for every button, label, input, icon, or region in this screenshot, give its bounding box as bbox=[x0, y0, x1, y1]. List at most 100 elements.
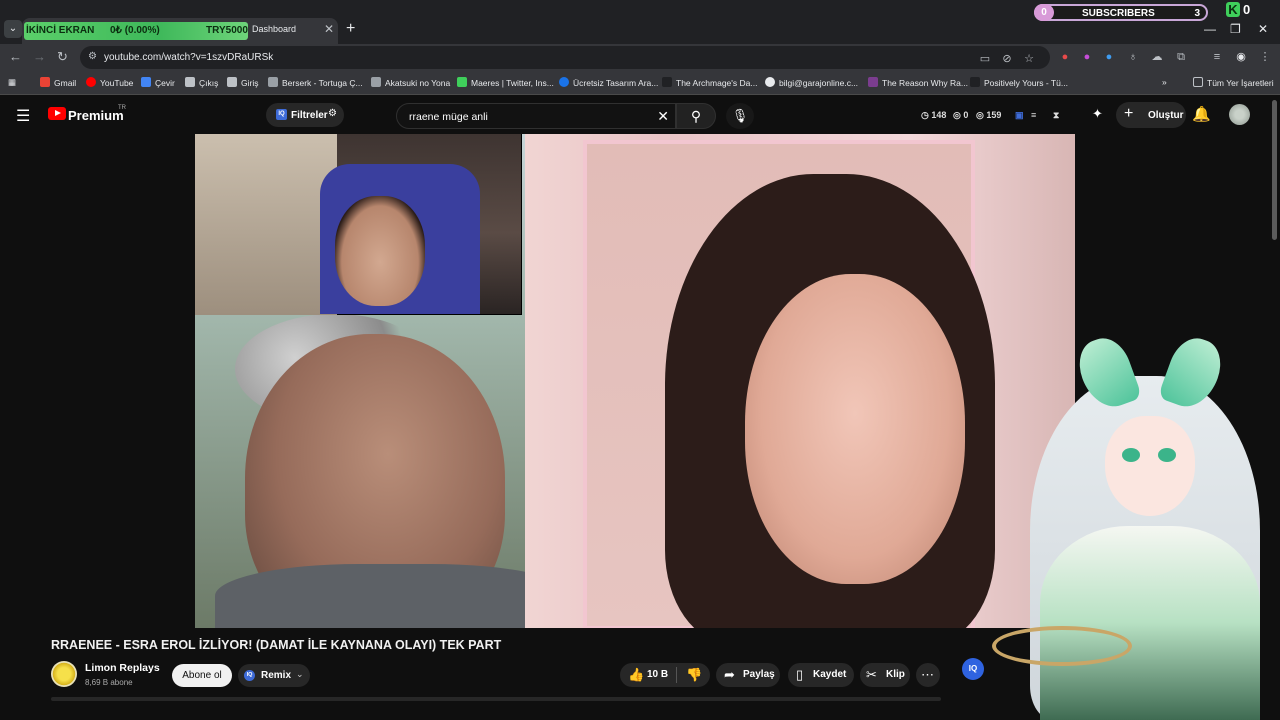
channel-subscriber-count: 8,69 B abone bbox=[85, 678, 133, 687]
gmail-icon bbox=[40, 77, 50, 87]
video-woman-face bbox=[745, 274, 965, 584]
share-label: Paylaş bbox=[743, 669, 775, 680]
site-icon bbox=[268, 77, 278, 87]
save-button[interactable]: ▯ Kaydet bbox=[788, 663, 854, 687]
bookmark-canva[interactable]: Ücretsiz Tasarım Ara... bbox=[559, 77, 658, 88]
youtube-icon bbox=[86, 77, 96, 87]
iq-ext-icon[interactable]: ▣ bbox=[1015, 110, 1024, 121]
search-button[interactable]: ⚲ bbox=[676, 103, 716, 129]
browser-tab-bar: ⌄ Dashboard ✕ + İKİNCİ EKRAN 0₺ (0.00%) … bbox=[0, 0, 1280, 44]
browser-menu-icon[interactable]: ⋮ bbox=[1258, 50, 1272, 64]
list-icon[interactable]: ≡ bbox=[1031, 110, 1036, 120]
url-text: youtube.com/watch?v=1szvDRaURSk bbox=[104, 52, 274, 63]
bookmark-akatsuki[interactable]: Akatsuki no Yona bbox=[371, 77, 450, 88]
hamburger-menu-icon[interactable]: ☰ bbox=[16, 106, 30, 126]
reload-icon[interactable]: ↻ bbox=[57, 49, 68, 65]
tab-search-icon[interactable]: ⌄ bbox=[4, 20, 22, 38]
bookmark-cikis[interactable]: Çıkış bbox=[185, 77, 218, 88]
user-avatar[interactable] bbox=[1229, 104, 1250, 125]
close-window-icon[interactable]: ✕ bbox=[1258, 22, 1268, 36]
scrollbar-thumb[interactable] bbox=[1272, 100, 1277, 240]
cast-icon[interactable]: ▭ bbox=[978, 52, 992, 66]
remix-label: Remix bbox=[261, 670, 292, 681]
tab-close-icon[interactable]: ✕ bbox=[324, 22, 334, 36]
like-dislike-group: 👍 10 B 👎 bbox=[620, 663, 710, 687]
page-icon bbox=[227, 77, 237, 87]
bookmark-star-icon[interactable]: ☆ bbox=[1022, 52, 1036, 66]
k-count: 0 bbox=[1243, 2, 1251, 17]
streamer-webcam-overlay bbox=[195, 134, 522, 315]
channel-name[interactable]: Limon Replays bbox=[85, 662, 160, 674]
extension-cloud-icon[interactable]: ☁ bbox=[1150, 50, 1164, 64]
more-bookmarks-icon[interactable]: » bbox=[1162, 77, 1167, 87]
extension-red-icon[interactable]: ● bbox=[1058, 50, 1072, 64]
extension-bulb-icon[interactable]: ♁ bbox=[1126, 50, 1140, 64]
globe-icon bbox=[765, 77, 775, 87]
bookmark-gmail[interactable]: Gmail bbox=[40, 77, 76, 88]
subscribe-button[interactable]: Abone ol bbox=[172, 664, 232, 687]
media-control-icon[interactable]: ≡ bbox=[1210, 50, 1224, 64]
forward-icon[interactable]: → bbox=[33, 49, 46, 64]
bookmark-youtube[interactable]: YouTube bbox=[86, 77, 133, 88]
stat-views: ◷ 148 bbox=[921, 110, 947, 120]
share-button[interactable]: ➦ Paylaş bbox=[716, 663, 780, 687]
video-man-shirt bbox=[215, 564, 575, 628]
bookmark-positively[interactable]: Positively Yours - Tü... bbox=[970, 77, 1068, 88]
youtube-brand[interactable]: Premium bbox=[68, 108, 124, 123]
video-player[interactable] bbox=[195, 134, 1075, 628]
dislike-icon[interactable]: 👎 bbox=[686, 667, 702, 683]
subscribers-count: 3 bbox=[1194, 8, 1200, 19]
remix-button[interactable]: IQ Remix ⌄ bbox=[238, 664, 310, 687]
extension-gear-icon[interactable]: ✦ bbox=[1092, 106, 1103, 122]
channel-avatar[interactable] bbox=[51, 661, 77, 687]
share-icon: ➦ bbox=[724, 667, 735, 682]
bookmark-archmage[interactable]: The Archmage's Da... bbox=[662, 77, 757, 88]
create-label: Oluştur bbox=[1148, 110, 1184, 121]
new-tab-icon[interactable]: + bbox=[346, 20, 355, 38]
address-bar[interactable]: ⚙ youtube.com/watch?v=1szvDRaURSk ▭ ⊘ ☆ bbox=[80, 46, 1050, 69]
extension-purple-icon[interactable]: ● bbox=[1080, 50, 1094, 64]
restore-icon[interactable]: ❐ bbox=[1230, 22, 1241, 36]
youtube-logo-icon[interactable] bbox=[48, 107, 66, 120]
site-icon bbox=[371, 77, 381, 87]
bookmark-garajonline[interactable]: bilgi@garajonline.c... bbox=[765, 77, 858, 88]
back-icon[interactable]: ← bbox=[9, 49, 22, 64]
site-info-icon[interactable]: ⚙ bbox=[88, 51, 97, 62]
plus-icon: + bbox=[1124, 105, 1134, 122]
clip-button[interactable]: ✂ Klip bbox=[860, 663, 910, 687]
filters-button[interactable]: IQ Filtreler ⚙ bbox=[266, 103, 344, 127]
clear-search-icon[interactable]: ✕ bbox=[657, 108, 669, 125]
voice-search-button[interactable]: 🎙 bbox=[726, 103, 754, 129]
bookmark-berserk[interactable]: Berserk - Tortuga Ç... bbox=[268, 77, 363, 88]
tab-title: Dashboard bbox=[252, 24, 297, 34]
subscribers-left-count: 0 bbox=[1034, 4, 1054, 21]
like-icon[interactable]: 👍 bbox=[628, 667, 644, 683]
extension-blue-icon[interactable]: ● bbox=[1102, 50, 1116, 64]
bookmark-maeres[interactable]: Maeres | Twitter, Ins... bbox=[457, 77, 554, 88]
hide-icon[interactable]: ⊘ bbox=[1000, 52, 1014, 66]
chevron-down-icon: ⌄ bbox=[296, 669, 304, 679]
search-input[interactable]: rraene müge anli ✕ bbox=[396, 103, 676, 129]
folder-icon bbox=[1193, 77, 1203, 87]
all-bookmarks[interactable]: Tüm Yer İşaretleri bbox=[1193, 77, 1274, 88]
notifications-bell-icon[interactable]: 🔔 bbox=[1192, 105, 1211, 123]
more-horiz-icon: ⋯ bbox=[921, 667, 934, 682]
minimize-icon[interactable]: — bbox=[1204, 22, 1216, 36]
stream-overlay-ticker: İKİNCİ EKRAN 0₺ (0.00%) TRY5000 bbox=[24, 22, 248, 40]
extensions-puzzle-icon[interactable]: ⧉ bbox=[1174, 50, 1188, 64]
bookmark-giris[interactable]: Giriş bbox=[227, 77, 258, 88]
search-icon: ⚲ bbox=[690, 108, 702, 124]
profile-icon[interactable]: ◉ bbox=[1234, 50, 1248, 64]
scissors-icon: ✂ bbox=[866, 667, 877, 682]
iq-extension-badge[interactable]: IQ bbox=[962, 658, 984, 680]
bookmarks-bar: ▦ Gmail YouTube Çevir Çıkış Giriş Berser… bbox=[0, 71, 1280, 95]
like-count[interactable]: 10 B bbox=[647, 669, 668, 680]
bookmark-reason[interactable]: The Reason Why Ra... bbox=[868, 77, 968, 88]
create-button[interactable]: + Oluştur bbox=[1116, 102, 1186, 128]
hourglass-icon[interactable]: ⧗ bbox=[1053, 110, 1059, 121]
bookmark-cevir[interactable]: Çevir bbox=[141, 77, 175, 88]
site-icon bbox=[662, 77, 672, 87]
more-actions-button[interactable]: ⋯ bbox=[916, 663, 940, 687]
apps-icon[interactable]: ▦ bbox=[8, 77, 16, 88]
bookmark-icon: ▯ bbox=[796, 667, 804, 682]
